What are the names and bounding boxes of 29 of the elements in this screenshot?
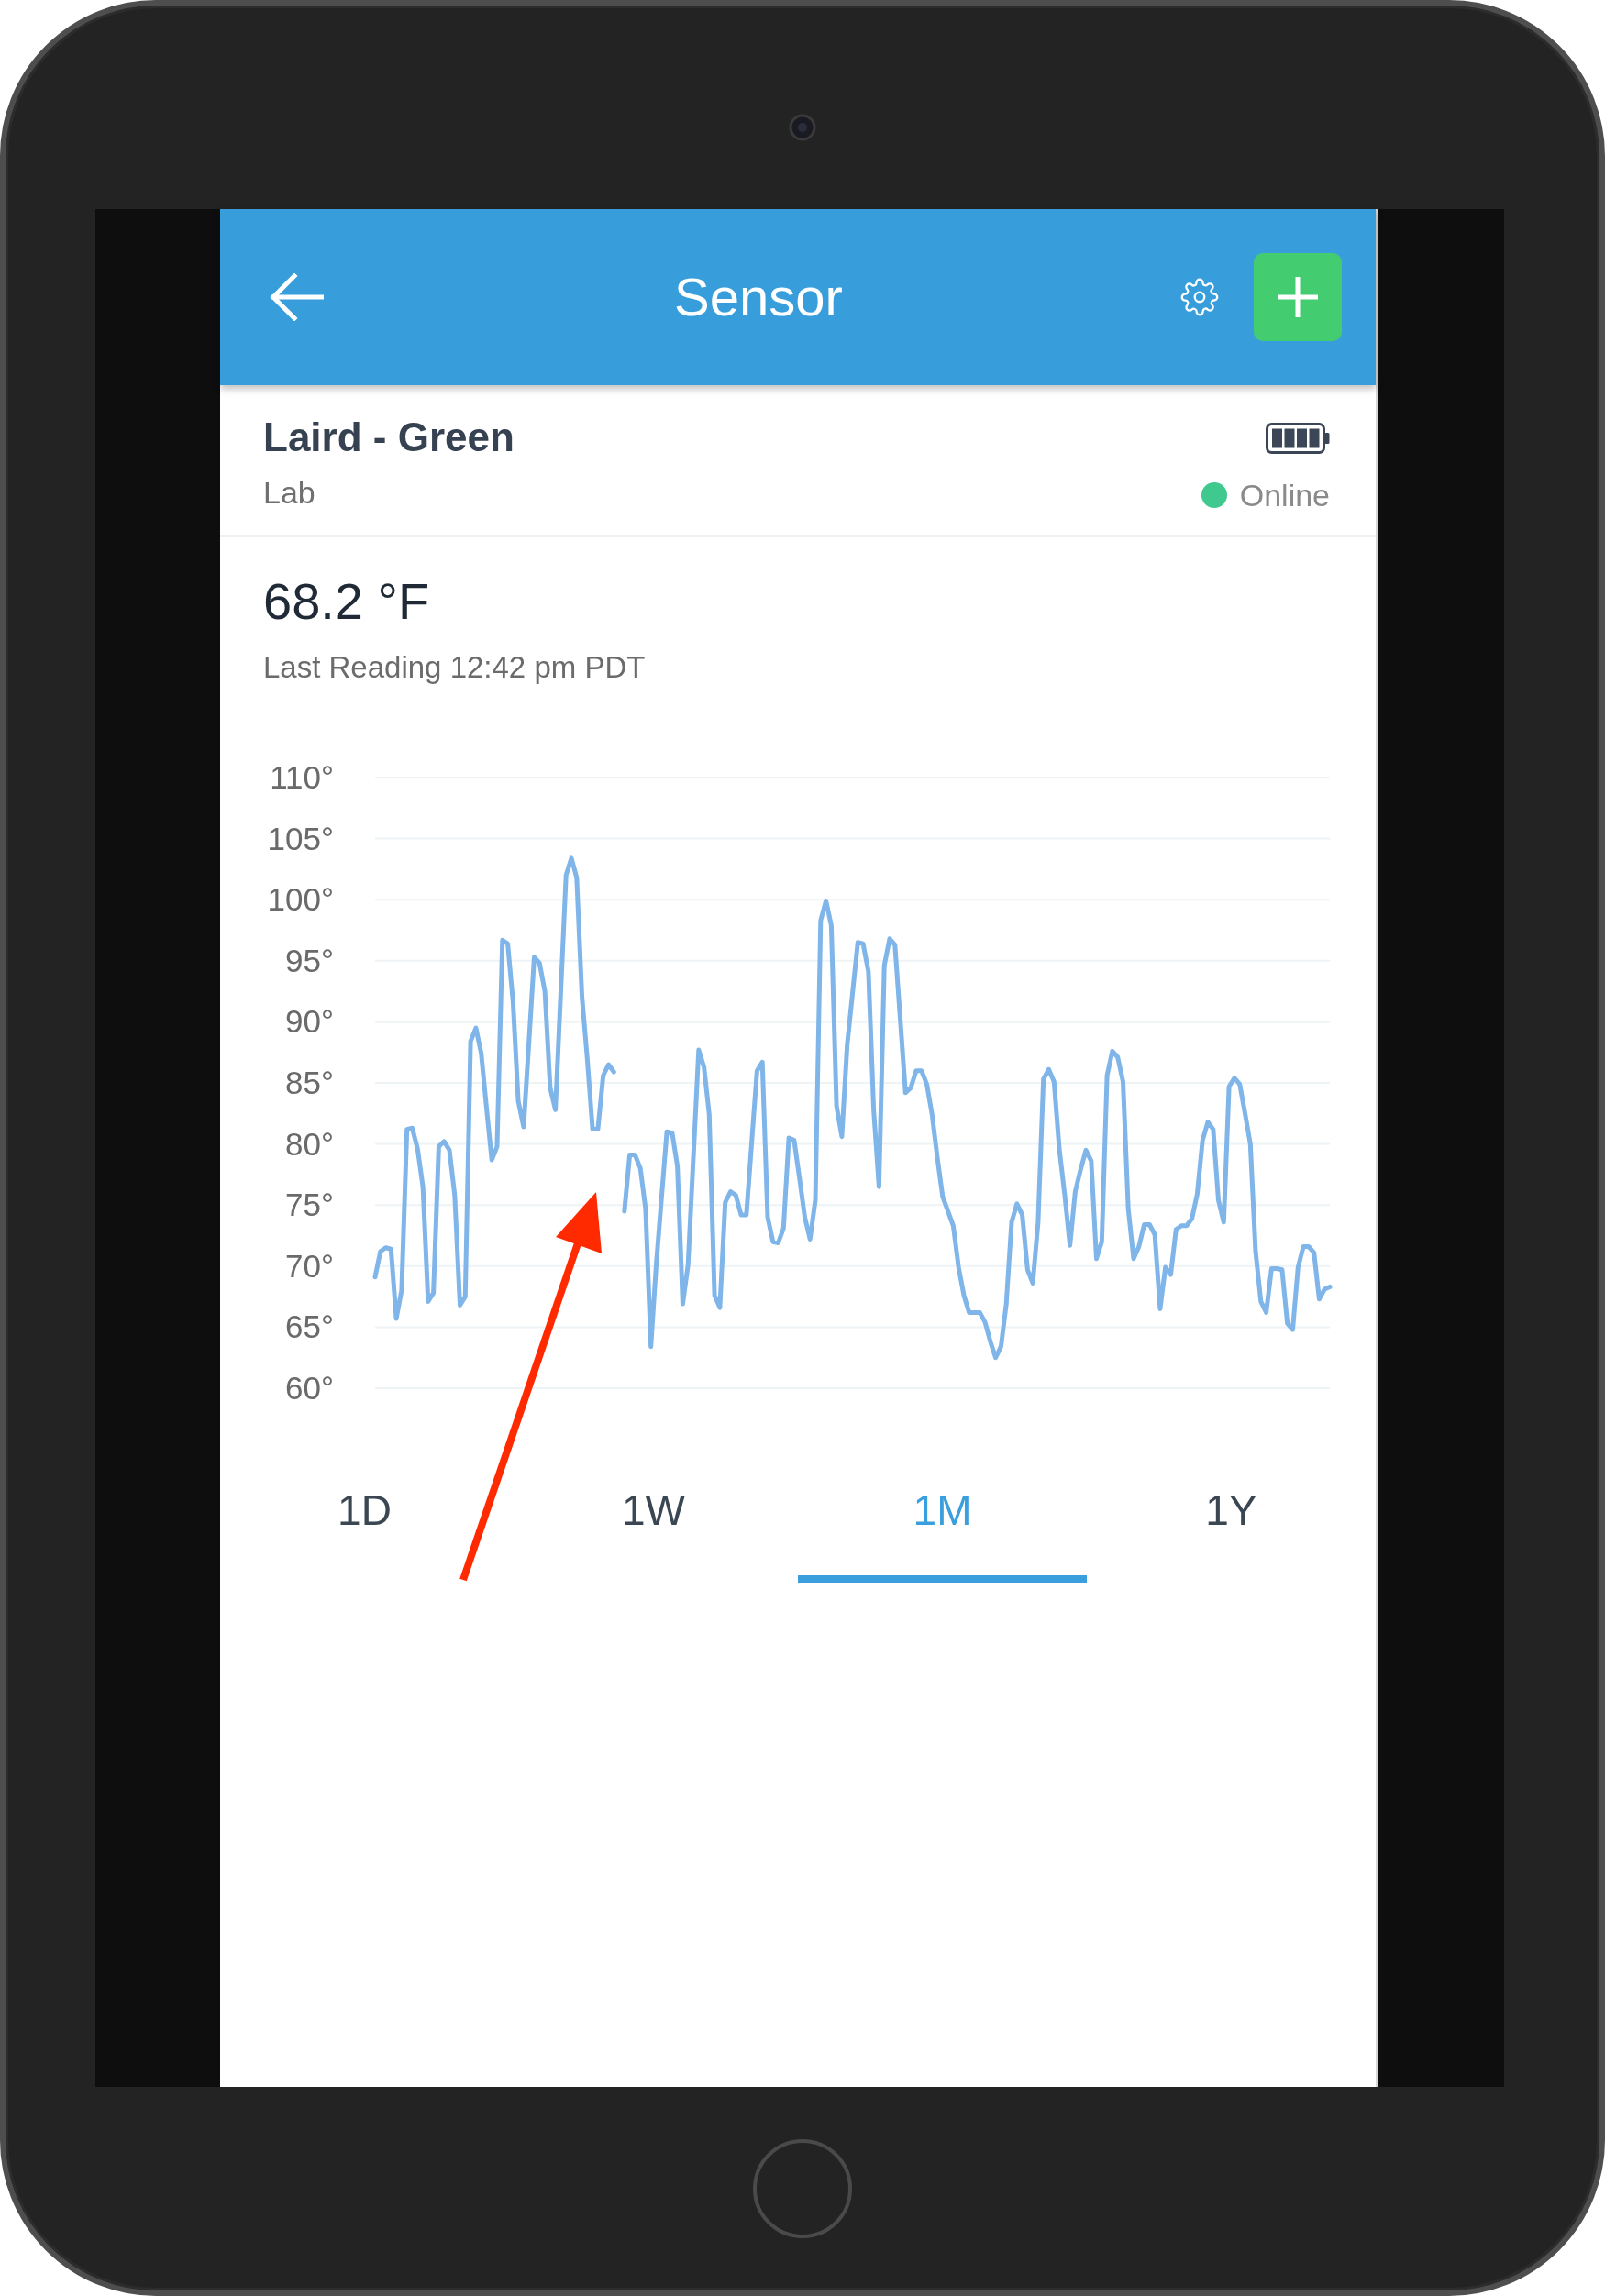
battery-icon <box>1266 423 1330 454</box>
y-axis-label: 105° <box>267 820 334 856</box>
y-axis-label: 85° <box>285 1065 334 1100</box>
y-axis-label: 110° <box>270 759 334 795</box>
y-axis-label: 70° <box>285 1247 334 1284</box>
y-axis-label: 90° <box>285 1003 334 1040</box>
settings-icon <box>1180 278 1219 316</box>
add-button[interactable] <box>1254 253 1342 341</box>
device-location: Lab <box>263 474 315 512</box>
y-axis-label: 75° <box>285 1187 334 1223</box>
arrow-left-icon <box>268 273 324 321</box>
y-axis-label: 80° <box>285 1125 334 1162</box>
camera-lens-icon <box>789 114 816 141</box>
settings-button[interactable] <box>1180 278 1219 316</box>
y-axis-label: 95° <box>285 942 334 978</box>
reading-value: 68.2 °F <box>263 572 430 631</box>
range-tab[interactable]: 1W <box>509 1447 798 1583</box>
status-label: Online <box>1239 477 1330 514</box>
y-axis-label: 60° <box>285 1370 334 1406</box>
range-tab[interactable]: 1D <box>220 1447 509 1583</box>
range-tab[interactable]: 1Y <box>1087 1447 1376 1583</box>
y-axis-label: 65° <box>285 1308 334 1345</box>
y-axis-label: 100° <box>267 881 334 918</box>
back-button[interactable] <box>268 273 324 321</box>
header-title: Sensor <box>674 266 843 328</box>
plus-icon <box>1278 277 1318 317</box>
device-name: Laird - Green <box>263 414 515 461</box>
home-button[interactable] <box>751 2137 854 2240</box>
last-reading-time: Last Reading 12:42 pm PDT <box>263 649 646 686</box>
